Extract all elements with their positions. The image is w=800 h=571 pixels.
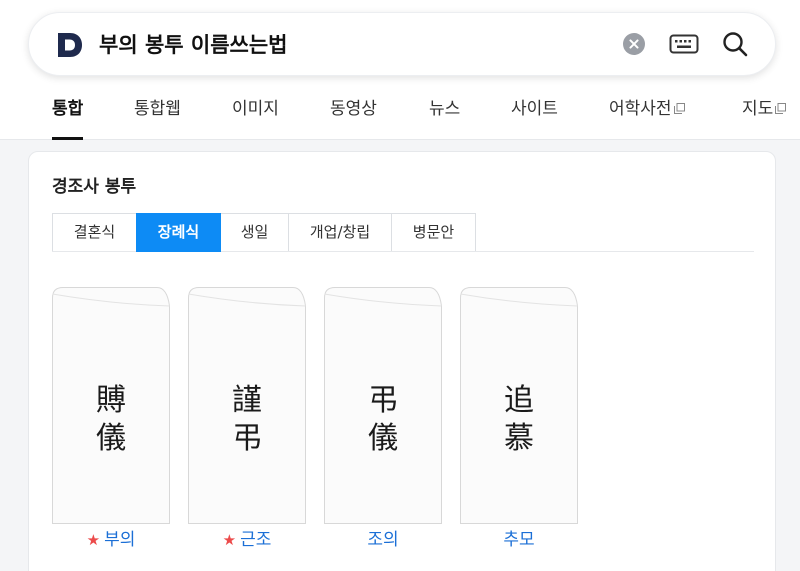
segment-wedding[interactable]: 결혼식 [52,213,137,252]
keyboard-icon[interactable] [669,33,699,55]
external-window-icon [775,103,787,114]
search-tabs: 통합 통합웹 이미지 동영상 뉴스 사이트 어학사전 지도 [0,88,800,140]
tab-sites[interactable]: 사이트 [511,88,558,140]
tab-news[interactable]: 뉴스 [429,88,460,140]
segment-funeral[interactable]: 장례식 [136,213,221,252]
envelope-hanja-top: 賻 [96,383,126,418]
envelope-hanja-bottom: 弔 [232,421,262,456]
search-icon[interactable] [721,30,749,58]
occasion-segment-control: 결혼식 장례식 생일 개업/창립 병문안 [52,213,476,252]
envelope-item[interactable]: 賻 儀 ★ 부의 [52,286,170,553]
envelope-image[interactable]: 弔 儀 [324,286,442,524]
envelope-item[interactable]: 追 慕 추모 [460,286,578,553]
envelope-label[interactable]: ★ 근조 [188,527,306,553]
segment-opening[interactable]: 개업/창립 [288,213,392,252]
star-icon: ★ [222,531,237,549]
envelope-hanja-top: 謹 [232,383,262,418]
envelope-label[interactable]: ★ 부의 [52,527,170,553]
envelope-hanja-top: 追 [504,383,534,418]
tab-integrated[interactable]: 통합 [52,88,84,140]
envelope-hanja-bottom: 儀 [96,421,126,456]
search-query-text[interactable]: 부의 봉투 이름쓰는법 [99,27,288,63]
envelope-image[interactable]: 追 慕 [460,286,578,524]
envelope-hanja-bottom: 慕 [504,421,534,456]
envelope-guide-card: 경조사 봉투 결혼식 장례식 생일 개업/창립 병문안 賻 儀 ★부의 謹 弔 [28,151,776,571]
search-box[interactable]: 부의 봉투 이름쓰는법 [28,12,776,76]
segment-birthday[interactable]: 생일 [220,213,289,252]
tab-videos[interactable]: 동영상 [330,88,377,140]
tab-integrated-web[interactable]: 통합웹 [134,88,181,140]
envelope-label[interactable]: 조의 [324,527,442,553]
tab-dictionary[interactable]: 어학사전 [609,88,685,140]
external-window-icon [673,103,685,114]
daum-logo-icon[interactable] [55,30,85,60]
segment-hospital-visit[interactable]: 병문안 [391,213,476,252]
envelope-label[interactable]: 추모 [460,527,578,553]
envelope-item[interactable]: 弔 儀 조의 [324,286,442,553]
envelope-image[interactable]: 謹 弔 [188,286,306,524]
top-bar: 부의 봉투 이름쓰는법 통합 통합웹 이미지 동영상 뉴스 사이트 어학사전 지… [0,0,800,140]
envelope-image[interactable]: 賻 儀 [52,286,170,524]
envelope-hanja-bottom: 儀 [368,421,398,456]
star-icon: ★ [86,531,101,549]
tab-map[interactable]: 지도 [742,88,787,140]
clear-icon[interactable] [623,33,645,55]
envelope-hanja-top: 弔 [368,383,398,418]
card-title: 경조사 봉투 [52,177,137,197]
envelope-item[interactable]: 謹 弔 ★ 근조 [188,286,306,553]
tab-images[interactable]: 이미지 [232,88,279,140]
